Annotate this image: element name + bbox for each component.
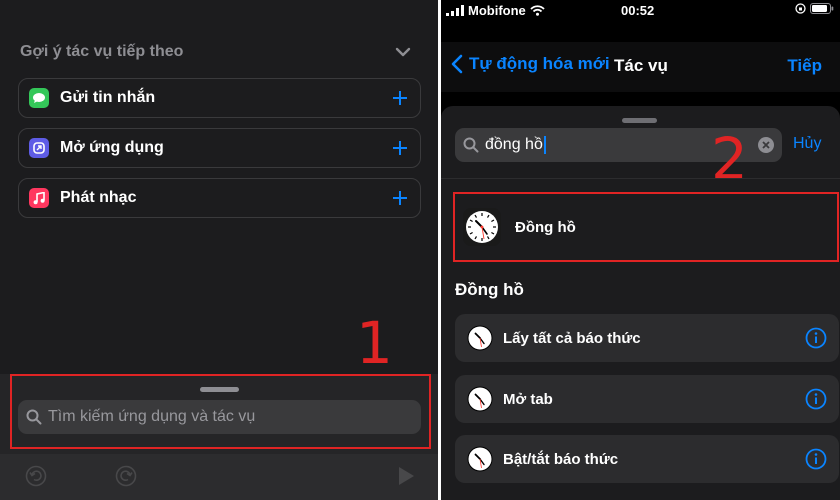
wifi-icon [530, 5, 545, 16]
suggestion-label: Phát nhạc [60, 189, 137, 206]
add-icon[interactable] [390, 138, 410, 158]
clock-app-result[interactable]: Đồng hồ [453, 192, 839, 262]
action-get-all-alarms[interactable]: Lấy tất cả báo thức [455, 314, 839, 362]
battery-icon [810, 3, 834, 14]
action-label: Bật/tắt báo thức [503, 450, 619, 468]
suggestion-send-message[interactable]: Gửi tin nhắn [18, 78, 421, 118]
page-title: Tác vụ [614, 56, 668, 75]
signal-icon [446, 5, 464, 16]
divider [441, 178, 840, 179]
suggestion-label: Mở ứng dụng [60, 139, 164, 156]
back-label: Tự động hóa mới [469, 54, 610, 73]
sheet-grabber[interactable] [622, 118, 657, 123]
search-value: đồng hồ [485, 136, 543, 154]
redo-icon[interactable] [114, 464, 138, 488]
action-open-tab[interactable]: Mở tab [455, 375, 839, 423]
clock-icon [467, 446, 493, 472]
clock-icon [467, 386, 493, 412]
clock-icon [467, 325, 493, 351]
suggestion-label: Gửi tin nhắn [60, 89, 156, 106]
clock-app-icon [463, 208, 501, 246]
open-app-icon [29, 138, 49, 158]
suggestion-open-app[interactable]: Mở ứng dụng [18, 128, 421, 168]
highlight-box [10, 374, 431, 449]
add-icon[interactable] [390, 188, 410, 208]
status-time: 00:52 [621, 3, 655, 18]
status-bar: Mobifone 00:52 [441, 0, 840, 22]
suggestion-play-music[interactable]: Phát nhạc [18, 178, 421, 218]
cancel-button[interactable]: Hủy [793, 135, 821, 153]
clear-icon[interactable] [758, 137, 774, 153]
step-number-1: 1 [356, 309, 393, 377]
action-label: Mở tab [503, 390, 553, 408]
next-button[interactable]: Tiếp [787, 56, 822, 76]
action-label: Lấy tất cả báo thức [503, 329, 641, 347]
search-icon [463, 137, 479, 153]
info-icon[interactable] [805, 327, 827, 349]
bottom-toolbar [0, 454, 438, 500]
info-icon[interactable] [805, 388, 827, 410]
app-result-label: Đồng hồ [515, 218, 576, 236]
text-caret [543, 135, 546, 154]
left-screenshot: Gợi ý tác vụ tiếp theo Gửi tin nhắn Mở ứ… [0, 0, 438, 500]
back-button[interactable]: Tự động hóa mới [451, 54, 610, 74]
messages-icon [29, 88, 49, 108]
section-title: Đồng hồ [455, 280, 524, 299]
add-icon[interactable] [390, 88, 410, 108]
suggestions-title: Gợi ý tác vụ tiếp theo [20, 43, 184, 60]
chevron-down-icon[interactable] [394, 43, 412, 61]
action-toggle-alarm[interactable]: Bật/tắt báo thức [455, 435, 839, 483]
play-icon[interactable] [394, 464, 418, 488]
chevron-left-icon [451, 54, 463, 74]
carrier-name: Mobifone [468, 3, 526, 18]
step-number-2: 2 [711, 125, 748, 193]
music-icon [29, 188, 49, 208]
undo-icon[interactable] [24, 464, 48, 488]
rotation-lock-icon [795, 3, 806, 14]
right-screenshot: Mobifone 00:52 Tự động hóa mới Tác vụ Ti… [441, 0, 840, 500]
suggestions-header[interactable]: Gợi ý tác vụ tiếp theo [20, 40, 412, 64]
info-icon[interactable] [805, 448, 827, 470]
